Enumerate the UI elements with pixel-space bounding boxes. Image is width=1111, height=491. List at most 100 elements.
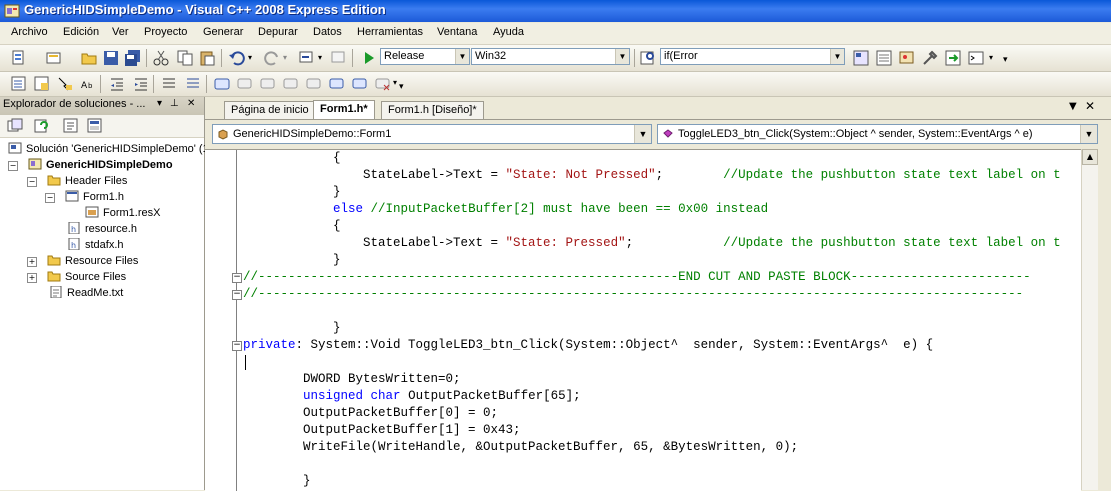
tree-project-node[interactable]: GenericHIDSimpleDemo xyxy=(28,157,173,173)
scope-combo[interactable]: GenericHIDSimpleDemo::Form1 ▼ xyxy=(212,124,652,144)
toolbar-overflow-icon[interactable]: ▾ xyxy=(399,82,404,92)
next-bookmark-in-folder-icon[interactable] xyxy=(305,75,323,93)
undo-icon[interactable] xyxy=(228,49,246,67)
chevron-down-icon[interactable]: ▼ xyxy=(830,49,844,64)
view-designer-icon[interactable] xyxy=(86,117,104,135)
solution-platform-combo[interactable]: Win32 ▼ xyxy=(471,48,630,65)
member-combo[interactable]: ToggleLED3_btn_Click(System::Object ^ se… xyxy=(657,124,1098,144)
tree-readme-node[interactable]: ReadMe.txt xyxy=(49,285,123,301)
tab-list-dropdown-icon[interactable]: ▼ xyxy=(1069,101,1077,112)
close-icon[interactable]: ✕ xyxy=(187,98,195,109)
menu-depurar[interactable]: Depurar xyxy=(258,26,298,38)
command-dropdown-icon[interactable]: ▾ xyxy=(989,53,993,62)
code-line[interactable]: { xyxy=(243,150,341,167)
editor-splitter[interactable] xyxy=(1098,149,1111,490)
vertical-scrollbar[interactable]: ▲ xyxy=(1081,149,1099,490)
display-object-member-list-icon[interactable] xyxy=(10,75,28,93)
code-line[interactable]: OutputPacketBuffer[0] = 0; xyxy=(243,405,498,422)
tab-form1-h[interactable]: Form1.h* xyxy=(313,100,375,119)
code-line[interactable]: } xyxy=(243,252,341,269)
pin-icon[interactable]: ⊥ xyxy=(170,98,179,109)
menu-ver[interactable]: Ver xyxy=(112,26,129,38)
menu-generar[interactable]: Generar xyxy=(203,26,243,38)
tree-header-files-node[interactable]: Header Files xyxy=(47,173,127,189)
redo-dropdown-icon[interactable]: ▾ xyxy=(283,53,287,62)
save-all-icon[interactable] xyxy=(124,49,142,67)
navigate-forward-icon[interactable] xyxy=(330,49,348,67)
collapse-header-files-icon[interactable]: − xyxy=(27,177,37,187)
start-debugging-icon[interactable] xyxy=(360,49,378,67)
bookmark-dropdown-icon[interactable]: ▾ xyxy=(393,78,397,87)
code-line[interactable]: } xyxy=(243,473,311,490)
tab-form1-designer[interactable]: Form1.h [Diseño]* xyxy=(381,101,484,119)
code-editor[interactable]: { StateLabel->Text = "State: Not Pressed… xyxy=(205,149,1081,491)
code-line[interactable]: //--------------------------------------… xyxy=(243,269,1031,286)
collapse-region-icon[interactable]: − xyxy=(232,273,242,283)
code-line[interactable]: unsigned char OutputPacketBuffer[65]; xyxy=(243,388,581,405)
tree-solution-node[interactable]: Solución 'GenericHIDSimpleDemo' (1 xyxy=(8,141,209,157)
find-in-files-icon[interactable] xyxy=(639,49,657,67)
code-line[interactable]: } xyxy=(243,320,341,337)
menu-datos[interactable]: Datos xyxy=(313,26,342,38)
display-quick-info-icon[interactable] xyxy=(56,75,74,93)
chevron-down-icon[interactable]: ▼ xyxy=(1080,125,1097,143)
code-line[interactable]: //--------------------------------------… xyxy=(243,286,1023,303)
tree-stdafx-h-node[interactable]: h stdafx.h xyxy=(67,237,124,253)
chevron-down-icon[interactable]: ▼ xyxy=(455,49,469,64)
chevron-down-icon[interactable]: ▼ xyxy=(634,125,651,143)
solution-explorer-icon[interactable] xyxy=(852,49,870,67)
redo-icon[interactable] xyxy=(263,49,281,67)
code-line[interactable]: StateLabel->Text = "State: Pressed"; //U… xyxy=(243,235,1061,252)
expand-source-files-icon[interactable]: + xyxy=(27,273,37,283)
properties-icon[interactable] xyxy=(875,49,893,67)
start-page-icon[interactable] xyxy=(944,49,962,67)
clear-bookmarks-icon[interactable] xyxy=(374,75,392,93)
close-document-icon[interactable]: ✕ xyxy=(1085,99,1095,113)
next-bookmark-in-document-icon[interactable] xyxy=(351,75,369,93)
previous-bookmark-in-document-icon[interactable] xyxy=(328,75,346,93)
code-line[interactable]: private: System::Void ToggleLED3_btn_Cli… xyxy=(243,337,933,354)
code-line[interactable]: WriteFile(WriteHandle, &OutputPacketBuff… xyxy=(243,439,798,456)
tools-icon[interactable] xyxy=(921,49,939,67)
uncomment-icon[interactable] xyxy=(184,75,202,93)
display-parameter-info-icon[interactable] xyxy=(33,75,51,93)
tree-resource-h-node[interactable]: h resource.h xyxy=(67,221,137,237)
command-window-icon[interactable] xyxy=(967,49,985,67)
code-line[interactable]: StateLabel->Text = "State: Not Pressed";… xyxy=(243,167,1061,184)
code-line[interactable]: OutputPacketBuffer[1] = 0x43; xyxy=(243,422,521,439)
chevron-down-icon[interactable]: ▼ xyxy=(615,49,629,64)
tab-start-page[interactable]: Página de inicio xyxy=(224,101,316,119)
tree-form1-h-node[interactable]: Form1.h xyxy=(65,189,124,205)
increase-indent-icon[interactable] xyxy=(132,75,150,93)
tree-source-files-node[interactable]: Source Files xyxy=(47,269,126,285)
code-line[interactable]: { xyxy=(243,218,341,235)
object-browser-icon[interactable] xyxy=(898,49,916,67)
navigate-backward-icon[interactable] xyxy=(298,49,316,67)
save-icon[interactable] xyxy=(102,49,120,67)
copy-icon[interactable] xyxy=(176,49,194,67)
add-item-icon[interactable] xyxy=(45,49,63,67)
collapse-region-icon[interactable]: − xyxy=(232,290,242,300)
comment-out-icon[interactable] xyxy=(160,75,178,93)
decrease-indent-icon[interactable] xyxy=(108,75,126,93)
next-bookmark-icon[interactable] xyxy=(259,75,277,93)
solution-configuration-combo[interactable]: Release ▼ xyxy=(380,48,470,65)
tree-form1-resx-node[interactable]: Form1.resX xyxy=(85,205,160,221)
code-line[interactable]: else //InputPacketBuffer[2] must have be… xyxy=(243,201,768,218)
code-line[interactable]: } xyxy=(243,184,341,201)
new-project-icon[interactable] xyxy=(10,49,28,67)
collapse-form1-h-icon[interactable]: − xyxy=(45,193,55,203)
menu-proyecto[interactable]: Proyecto xyxy=(144,26,187,38)
find-combo[interactable]: if(Error ▼ xyxy=(660,48,845,65)
toolbar-overflow-icon[interactable]: ▾ xyxy=(1003,55,1008,65)
cut-icon[interactable] xyxy=(152,49,170,67)
scroll-up-icon[interactable]: ▲ xyxy=(1082,149,1098,165)
paste-icon[interactable] xyxy=(198,49,216,67)
menu-edicion[interactable]: Edición xyxy=(63,26,99,38)
navigate-dropdown-icon[interactable]: ▾ xyxy=(318,53,322,62)
toggle-bookmark-icon[interactable] xyxy=(213,75,231,93)
complete-word-icon[interactable]: Ab xyxy=(79,75,97,93)
open-folder-icon[interactable] xyxy=(80,49,98,67)
view-code-icon[interactable] xyxy=(62,117,80,135)
show-all-files-icon[interactable] xyxy=(6,117,24,135)
